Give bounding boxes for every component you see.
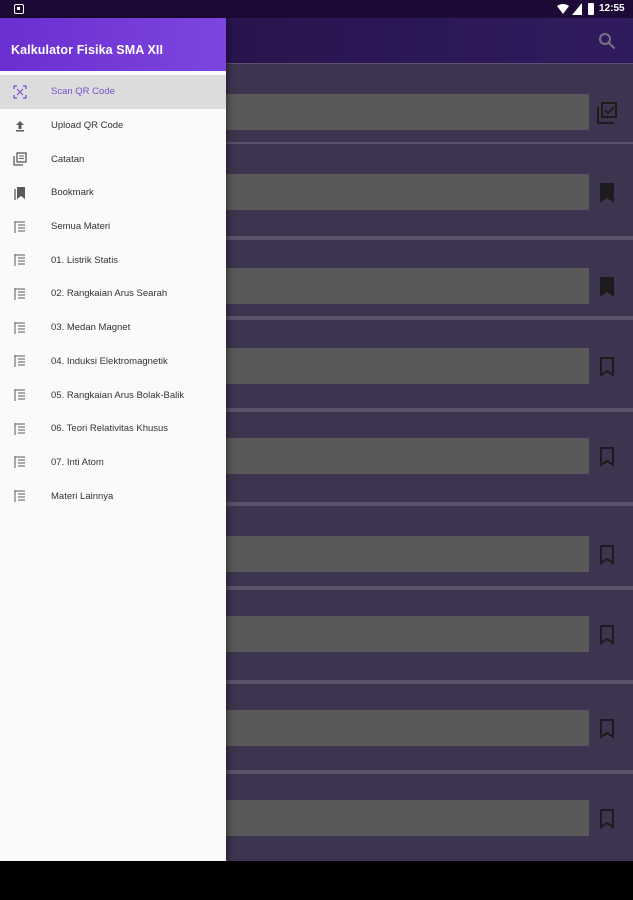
list-icon bbox=[13, 422, 27, 436]
drawer-item-label: Scan QR Code bbox=[51, 86, 115, 98]
drawer-item-semua-materi[interactable]: Semua Materi bbox=[0, 210, 226, 244]
list-icon bbox=[13, 354, 27, 368]
list-icon bbox=[13, 287, 27, 301]
clock: 12:55 bbox=[599, 3, 625, 14]
drawer-item-label: Semua Materi bbox=[51, 221, 111, 233]
drawer-item-label: Upload QR Code bbox=[51, 120, 124, 132]
drawer-item-07-inti-atom[interactable]: 07. Inti Atom bbox=[0, 446, 226, 480]
drawer-item-scan-qr-code[interactable]: Scan QR Code bbox=[0, 75, 226, 109]
list-icon bbox=[13, 253, 27, 267]
drawer-item-label: Catatan bbox=[51, 153, 85, 165]
drawer-item-label: 04. Induksi Elektromagnetik bbox=[51, 355, 168, 367]
list-icon bbox=[13, 455, 27, 469]
qr-scan-icon bbox=[13, 85, 27, 99]
list-icon bbox=[13, 220, 27, 234]
drawer-header: Kalkulator Fisika SMA XII bbox=[0, 18, 226, 71]
wifi-icon bbox=[557, 4, 569, 14]
drawer-item-label: 01. Listrik Statis bbox=[51, 254, 119, 266]
drawer-menu: Scan QR Code Upload QR Code Catatan Bookmar… bbox=[0, 71, 226, 513]
drawer-item-label: 07. Inti Atom bbox=[51, 456, 104, 468]
bookmarks-icon bbox=[13, 186, 27, 200]
drawer-item-label: 05. Rangkaian Arus Bolak-Balik bbox=[51, 389, 185, 401]
battery-icon bbox=[588, 3, 594, 15]
notification-icon bbox=[14, 4, 24, 14]
drawer-item-materi-lainnya[interactable]: Materi Lainnya bbox=[0, 479, 226, 513]
drawer-item-label: Materi Lainnya bbox=[51, 490, 114, 502]
status-bar: 12:55 bbox=[0, 0, 633, 18]
drawer-item-catatan[interactable]: Catatan bbox=[0, 142, 226, 176]
drawer-item-label: 06. Teori Relativitas Khusus bbox=[51, 423, 169, 435]
signal-icon bbox=[572, 3, 582, 15]
drawer-item-bookmark[interactable]: Bookmark bbox=[0, 176, 226, 210]
drawer-item-upload-qr-code[interactable]: Upload QR Code bbox=[0, 109, 226, 143]
list-icon bbox=[13, 388, 27, 402]
drawer-item-03-medan-magnet[interactable]: 03. Medan Magnet bbox=[0, 311, 226, 345]
navigation-drawer: Kalkulator Fisika SMA XII Scan QR Code Up… bbox=[0, 18, 226, 861]
drawer-title: Kalkulator Fisika SMA XII bbox=[11, 43, 164, 57]
notes-icon bbox=[13, 152, 27, 166]
drawer-item-label: 03. Medan Magnet bbox=[51, 322, 131, 334]
drawer-item-01-listrik-statis[interactable]: 01. Listrik Statis bbox=[0, 243, 226, 277]
list-icon bbox=[13, 321, 27, 335]
drawer-item-02-rangkaian-arus-searah[interactable]: 02. Rangkaian Arus Searah bbox=[0, 277, 226, 311]
drawer-item-label: Bookmark bbox=[51, 187, 94, 199]
drawer-item-04-induksi-elektromagnetik[interactable]: 04. Induksi Elektromagnetik bbox=[0, 345, 226, 379]
upload-icon bbox=[13, 119, 27, 133]
drawer-item-06-teori-relativitas-khusus[interactable]: 06. Teori Relativitas Khusus bbox=[0, 412, 226, 446]
list-icon bbox=[13, 489, 27, 503]
system-navigation-bar bbox=[0, 861, 633, 900]
drawer-item-label: 02. Rangkaian Arus Searah bbox=[51, 288, 168, 300]
drawer-item-05-rangkaian-arus-bolak-balik[interactable]: 05. Rangkaian Arus Bolak-Balik bbox=[0, 378, 226, 412]
